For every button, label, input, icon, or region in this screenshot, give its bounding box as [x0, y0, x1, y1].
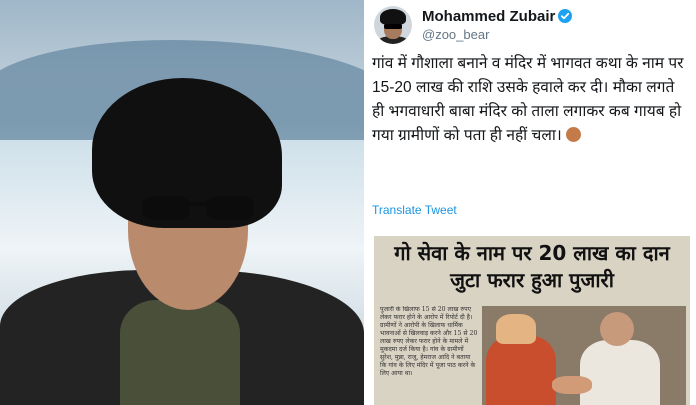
- verified-badge-icon: [558, 9, 572, 23]
- person-bowing-emoji-icon: [565, 127, 581, 142]
- translate-tweet-link[interactable]: Translate Tweet: [372, 203, 457, 217]
- shirt: [120, 300, 240, 405]
- newspaper-photo: [482, 306, 686, 405]
- author-handle[interactable]: @zoo_bear: [422, 27, 489, 42]
- tweet-text-container: गांव में गौशाला बनाने व मंदिर में भागवत …: [372, 52, 688, 148]
- tweet-text: गांव में गौशाला बनाने व मंदिर में भागवत …: [372, 55, 684, 144]
- newspaper-column-text: पुजारी के खिलाफ 15 से 20 लाख रुपए लेकर फ…: [380, 306, 478, 377]
- tweet-card: Mohammed Zubair @zoo_bear गांव में गौशाल…: [364, 0, 696, 405]
- newspaper-headline: गो सेवा के नाम पर 20 लाख का दान जुटा फरा…: [394, 241, 670, 292]
- author-name[interactable]: Mohammed Zubair: [422, 8, 555, 25]
- avatar[interactable]: [374, 6, 412, 44]
- profile-photo: [0, 0, 364, 405]
- sunglasses-icon: [142, 196, 254, 220]
- newspaper-clipping: गो सेवा के नाम पर 20 लाख का दान जुटा फरा…: [374, 236, 690, 405]
